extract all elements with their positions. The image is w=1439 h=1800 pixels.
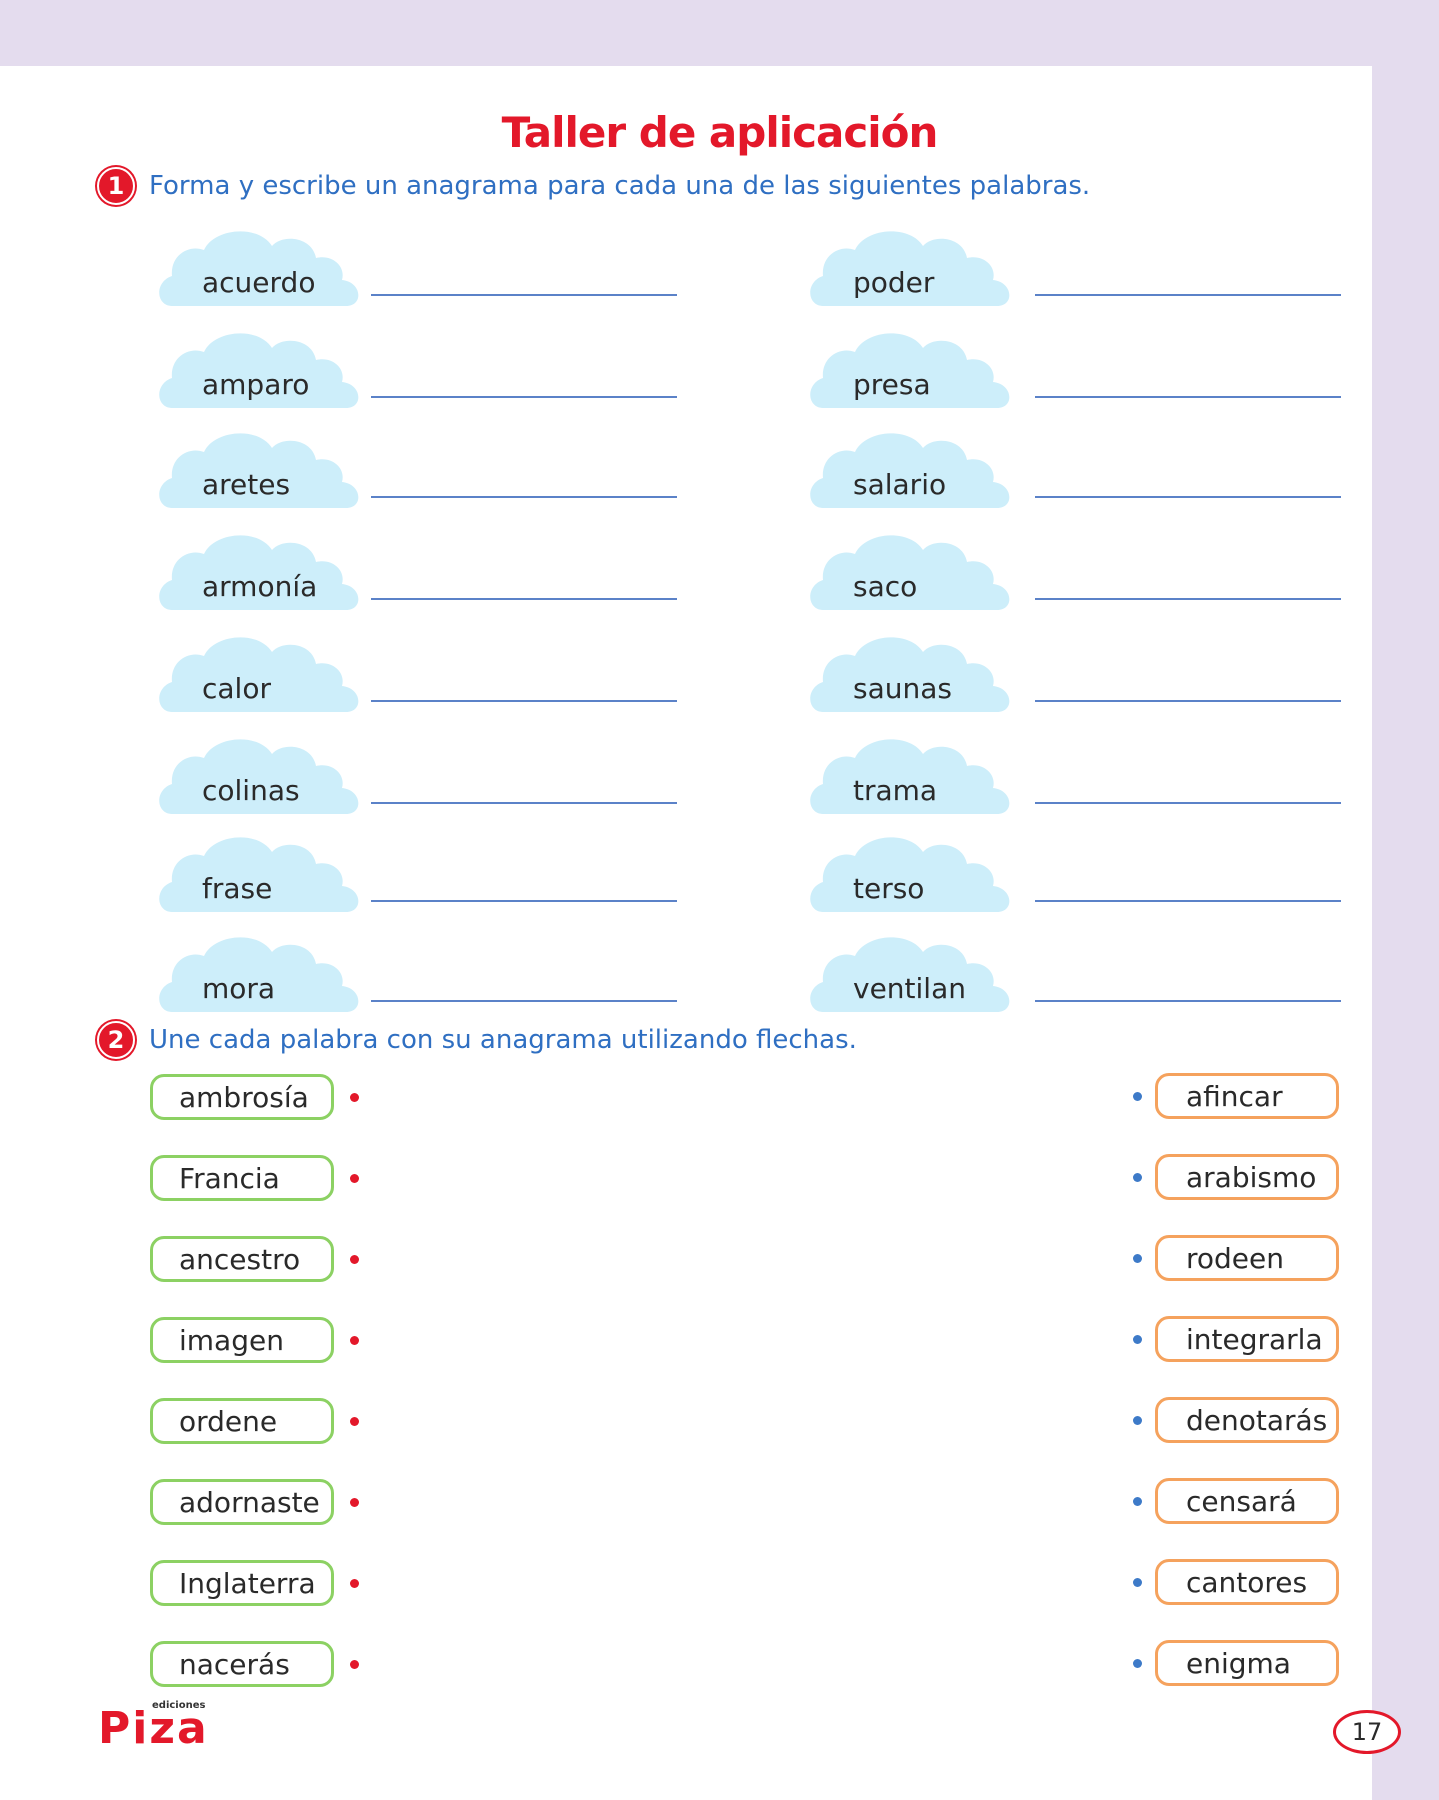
word-cloud-left: colinas: [154, 730, 366, 816]
connector-dot-right[interactable]: [1133, 1092, 1142, 1101]
publisher-logo-small: ediciones: [152, 1700, 206, 1711]
cloud-word: calor: [202, 672, 271, 705]
connector-dot-right[interactable]: [1133, 1578, 1142, 1587]
connector-dot-right[interactable]: [1133, 1173, 1142, 1182]
word-cloud-left: mora: [154, 928, 366, 1014]
word-cloud-left: acuerdo: [154, 222, 366, 308]
cloud-word: ventilan: [853, 972, 966, 1005]
connector-dot-right[interactable]: [1133, 1497, 1142, 1506]
word-cloud-right: salario: [805, 424, 1017, 510]
answer-line-left[interactable]: [371, 900, 677, 902]
answer-line-right[interactable]: [1035, 700, 1341, 702]
cloud-word: aretes: [202, 468, 291, 501]
connector-dot-left[interactable]: [350, 1498, 359, 1507]
word-pill-left: ambrosía: [150, 1074, 334, 1120]
word-cloud-right: terso: [805, 828, 1017, 914]
answer-line-right[interactable]: [1035, 496, 1341, 498]
word-pill-left: Inglaterra: [150, 1560, 334, 1606]
activity-1-number-badge: 1: [97, 167, 135, 205]
cloud-word: trama: [853, 774, 938, 807]
answer-line-left[interactable]: [371, 802, 677, 804]
cloud-word: mora: [202, 972, 276, 1005]
connector-dot-left[interactable]: [350, 1174, 359, 1183]
answer-line-left[interactable]: [371, 1000, 677, 1002]
word-cloud-right: saco: [805, 526, 1017, 612]
answer-line-left[interactable]: [371, 598, 677, 600]
anagram-pill-right: cantores: [1155, 1559, 1339, 1605]
anagram-pill-right: censará: [1155, 1478, 1339, 1524]
cloud-word: frase: [202, 872, 273, 905]
cloud-word: amparo: [202, 368, 310, 401]
word-cloud-left: frase: [154, 828, 366, 914]
cloud-word: salario: [853, 468, 947, 501]
word-pill-left: ordene: [150, 1398, 334, 1444]
page-title: Taller de aplicación: [501, 108, 939, 157]
cloud-word: poder: [853, 266, 935, 299]
connector-dot-left[interactable]: [350, 1660, 359, 1669]
cloud-word: acuerdo: [202, 266, 316, 299]
answer-line-left[interactable]: [371, 700, 677, 702]
word-cloud-left: amparo: [154, 324, 366, 410]
word-pill-left: ancestro: [150, 1236, 334, 1282]
answer-line-left[interactable]: [371, 294, 677, 296]
word-pill-left: adornaste: [150, 1479, 334, 1525]
answer-line-left[interactable]: [371, 496, 677, 498]
connector-dot-right[interactable]: [1133, 1659, 1142, 1668]
connector-dot-right[interactable]: [1133, 1416, 1142, 1425]
word-cloud-right: ventilan: [805, 928, 1017, 1014]
cloud-word: armonía: [202, 570, 318, 603]
activity-2-number-badge: 2: [97, 1021, 135, 1059]
word-cloud-right: saunas: [805, 628, 1017, 714]
anagram-pill-right: arabismo: [1155, 1154, 1339, 1200]
connector-dot-right[interactable]: [1133, 1254, 1142, 1263]
answer-line-right[interactable]: [1035, 396, 1341, 398]
answer-line-right[interactable]: [1035, 598, 1341, 600]
cloud-word: colinas: [202, 774, 300, 807]
connector-dot-left[interactable]: [350, 1255, 359, 1264]
connector-dot-left[interactable]: [350, 1417, 359, 1426]
answer-line-right[interactable]: [1035, 900, 1341, 902]
activity-2-instruction-text: Une cada palabra con su anagrama utiliza…: [149, 1025, 857, 1055]
page-number: 17: [1333, 1710, 1401, 1754]
answer-line-right[interactable]: [1035, 802, 1341, 804]
word-cloud-right: trama: [805, 730, 1017, 816]
anagram-pill-right: enigma: [1155, 1640, 1339, 1686]
publisher-logo: ediciones Piza: [98, 1700, 209, 1752]
word-cloud-left: armonía: [154, 526, 366, 612]
answer-line-right[interactable]: [1035, 1000, 1341, 1002]
word-pill-left: imagen: [150, 1317, 334, 1363]
connector-dot-right[interactable]: [1133, 1335, 1142, 1344]
connector-dot-left[interactable]: [350, 1336, 359, 1345]
activity-1-instruction-text: Forma y escribe un anagrama para cada un…: [149, 171, 1091, 201]
cloud-word: terso: [853, 872, 925, 905]
anagram-pill-right: denotarás: [1155, 1397, 1339, 1443]
connector-dot-left[interactable]: [350, 1579, 359, 1588]
word-pill-left: nacerás: [150, 1641, 334, 1687]
word-pill-left: Francia: [150, 1155, 334, 1201]
connector-dot-left[interactable]: [350, 1093, 359, 1102]
word-cloud-right: presa: [805, 324, 1017, 410]
anagram-pill-right: afincar: [1155, 1073, 1339, 1119]
word-cloud-left: calor: [154, 628, 366, 714]
cloud-word: presa: [853, 368, 931, 401]
anagram-pill-right: rodeen: [1155, 1235, 1339, 1281]
cloud-word: saco: [853, 570, 918, 603]
answer-line-right[interactable]: [1035, 294, 1341, 296]
anagram-pill-right: integrarla: [1155, 1316, 1339, 1362]
activity-2-instruction: 2 Une cada palabra con su anagrama utili…: [97, 1020, 857, 1060]
activity-1-instruction: 1 Forma y escribe un anagrama para cada …: [97, 166, 1090, 206]
word-cloud-right: poder: [805, 222, 1017, 308]
cloud-word: saunas: [853, 672, 952, 705]
word-cloud-left: aretes: [154, 424, 366, 510]
answer-line-left[interactable]: [371, 396, 677, 398]
